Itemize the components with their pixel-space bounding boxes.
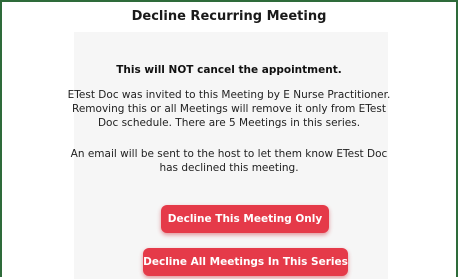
invitation-info-line: Removing this or all Meetings will remov…	[72, 103, 386, 115]
email-notice-line: An email will be sent to the host to let…	[70, 148, 388, 160]
email-notice-text: An email will be sent to the host to let…	[2, 147, 456, 175]
decline-this-meeting-button[interactable]: Decline This Meeting Only	[161, 205, 329, 233]
invitation-info-line: Doc schedule. There are 5 Meetings in th…	[97, 117, 361, 129]
email-notice-line: has declined this meeting.	[159, 162, 299, 174]
warning-text: This will NOT cancel the appointment.	[116, 64, 342, 76]
decline-all-meetings-button[interactable]: Decline All Meetings In This Series	[143, 248, 348, 276]
invitation-info-line: ETest Doc was invited to this Meeting by…	[67, 89, 391, 101]
decline-meeting-dialog: Decline Recurring Meeting This will NOT …	[0, 0, 458, 279]
dialog-title: Decline Recurring Meeting	[131, 9, 327, 24]
invitation-info-text: ETest Doc was invited to this Meeting by…	[2, 88, 456, 130]
